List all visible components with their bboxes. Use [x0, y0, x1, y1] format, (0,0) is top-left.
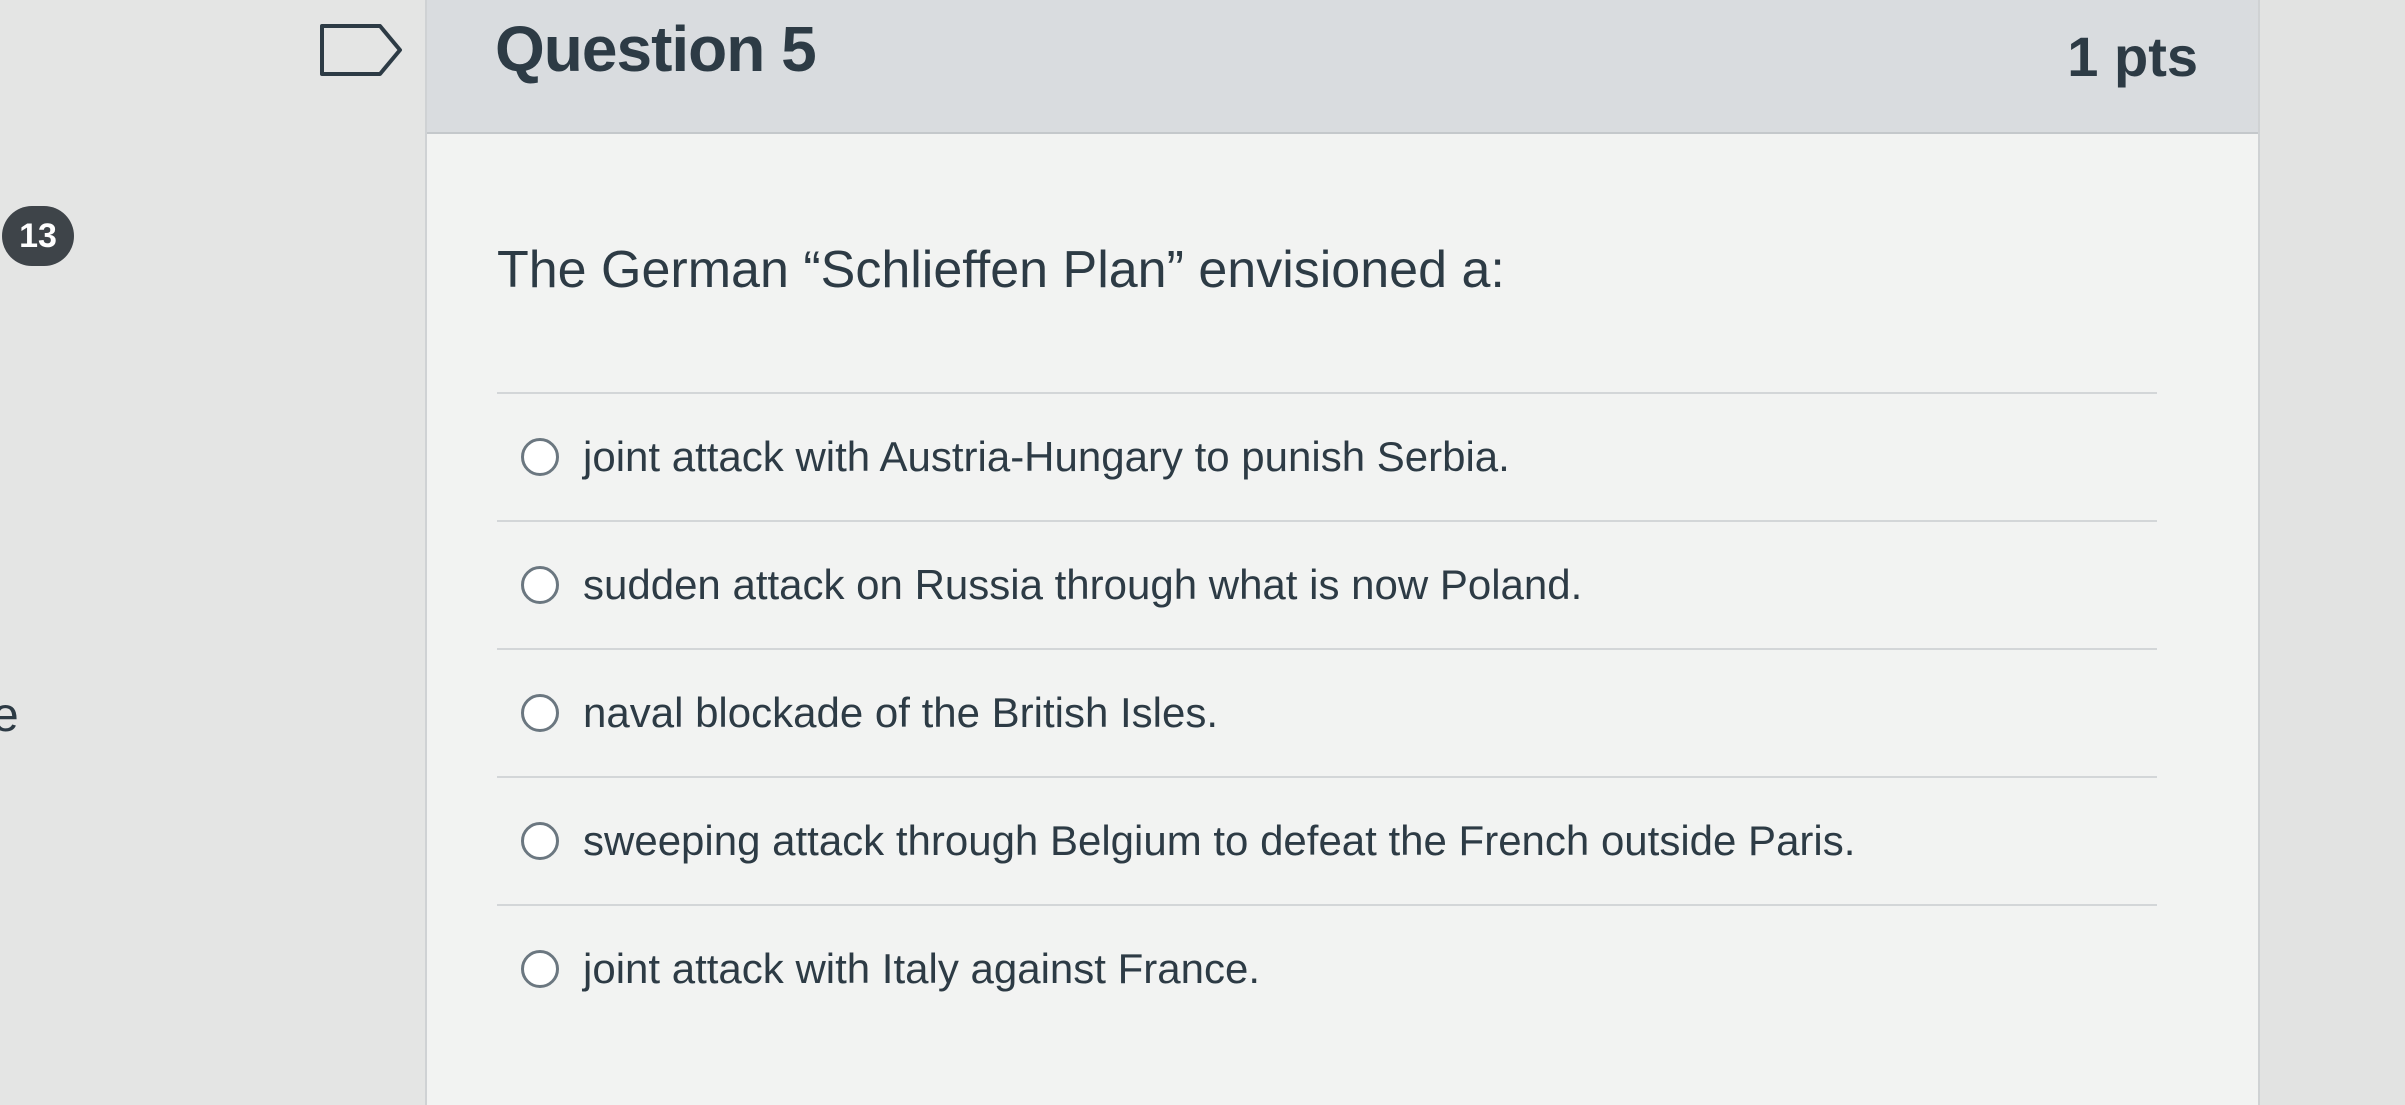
question-header: Question 5 1 pts: [427, 0, 2258, 134]
radio-unselected-icon[interactable]: [521, 694, 559, 732]
answer-label[interactable]: joint attack with Italy against France.: [583, 945, 1260, 993]
answer-label[interactable]: sweeping attack through Belgium to defea…: [583, 817, 1855, 865]
question-card: Question 5 1 pts The German “Schlieffen …: [425, 0, 2260, 1105]
answer-option-2[interactable]: sudden attack on Russia through what is …: [497, 520, 2157, 648]
answer-option-1[interactable]: joint attack with Austria-Hungary to pun…: [497, 392, 2157, 520]
answer-label[interactable]: naval blockade of the British Isles.: [583, 689, 1218, 737]
radio-unselected-icon[interactable]: [521, 822, 559, 860]
cropped-sidebar-text: e: [0, 689, 19, 742]
answer-option-3[interactable]: naval blockade of the British Isles.: [497, 648, 2157, 776]
answer-label[interactable]: joint attack with Austria-Hungary to pun…: [583, 433, 1510, 481]
radio-unselected-icon[interactable]: [521, 438, 559, 476]
radio-unselected-icon[interactable]: [521, 566, 559, 604]
left-gutter: 13 e: [0, 0, 430, 1105]
question-title: Question 5: [495, 13, 817, 85]
answer-option-5[interactable]: joint attack with Italy against France.: [497, 904, 2157, 1032]
question-points: 1 pts: [2067, 25, 2198, 88]
answer-option-4[interactable]: sweeping attack through Belgium to defea…: [497, 776, 2157, 904]
radio-unselected-icon[interactable]: [521, 950, 559, 988]
question-number-badge: 13: [2, 206, 74, 266]
answer-label[interactable]: sudden attack on Russia through what is …: [583, 561, 1582, 609]
answer-list: joint attack with Austria-Hungary to pun…: [497, 392, 2157, 1032]
flag-question-icon[interactable]: [318, 22, 404, 78]
right-gutter: [2260, 0, 2405, 1105]
question-text: The German “Schlieffen Plan” envisioned …: [497, 241, 1505, 299]
